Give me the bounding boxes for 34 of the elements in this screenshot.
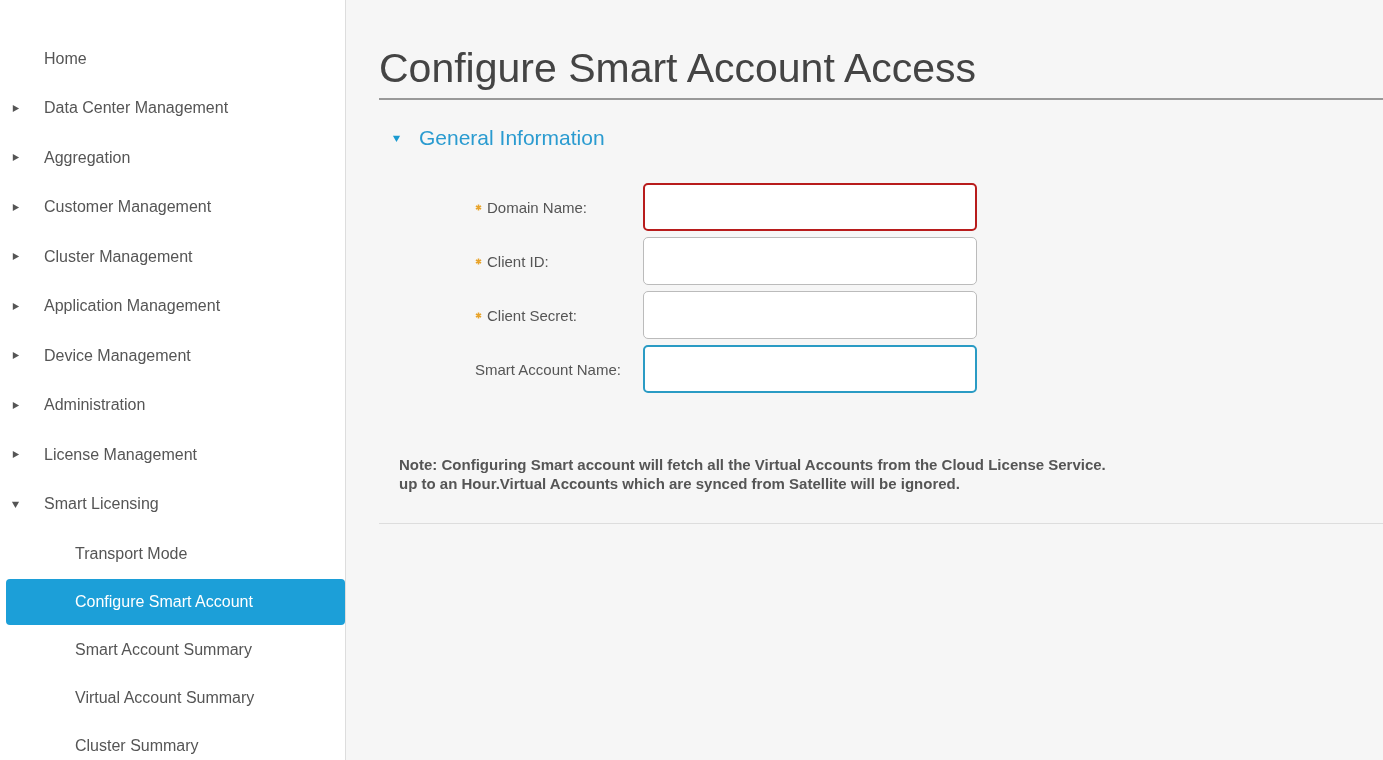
field-label: Client Secret: [487,306,578,324]
nav-item[interactable]: Home [44,49,87,68]
input-field[interactable] [642,183,977,231]
expand-arrow-icon[interactable] [11,351,20,361]
note-text: up to an Hour.Virtual Accounts which are synced from Satellite will be ignored. [399,474,961,493]
expand-arrow-icon[interactable] [11,202,20,212]
input-field[interactable] [642,291,977,339]
input-field[interactable] [642,345,977,393]
nav-subitem[interactable]: Virtual Account Summary [6,675,345,721]
collapse-arrow-icon[interactable] [11,499,20,509]
field-label: Smart Account Name: [475,360,621,378]
nav-subitem[interactable]: Transport Mode [6,531,345,577]
input-field[interactable] [642,237,977,285]
nav-item[interactable]: Administration [44,396,146,415]
nav-item[interactable]: Aggregation [44,148,131,167]
field-label: Domain Name: [487,198,588,216]
nav-item[interactable]: Data Center Management [44,99,229,118]
nav-item[interactable]: Cluster Management [44,247,193,266]
nav-item[interactable]: Device Management [44,346,191,365]
expand-arrow-icon[interactable] [11,153,20,163]
expand-arrow-icon[interactable] [11,450,20,460]
note-text: Note: Configuring Smart account will fetch all the Virtual Accounts from the Cloud License Service. [399,455,1107,474]
nav-subitem[interactable]: Cluster Summary [6,723,345,760]
field-label: Client ID: [487,252,549,270]
expand-arrow-icon[interactable] [11,252,20,262]
expand-arrow-icon[interactable] [11,301,20,311]
nav-item[interactable]: Customer Management [44,198,212,217]
nav-item[interactable]: Smart Licensing [44,495,159,514]
page-title: Configure Smart Account Access [379,45,1383,100]
nav-item[interactable]: License Management [44,445,197,464]
expand-arrow-icon[interactable] [11,400,20,410]
nav-subitem[interactable]: Smart Account Summary [6,627,345,673]
expand-arrow-icon[interactable] [11,103,20,113]
nav-item[interactable]: Application Management [44,297,221,316]
